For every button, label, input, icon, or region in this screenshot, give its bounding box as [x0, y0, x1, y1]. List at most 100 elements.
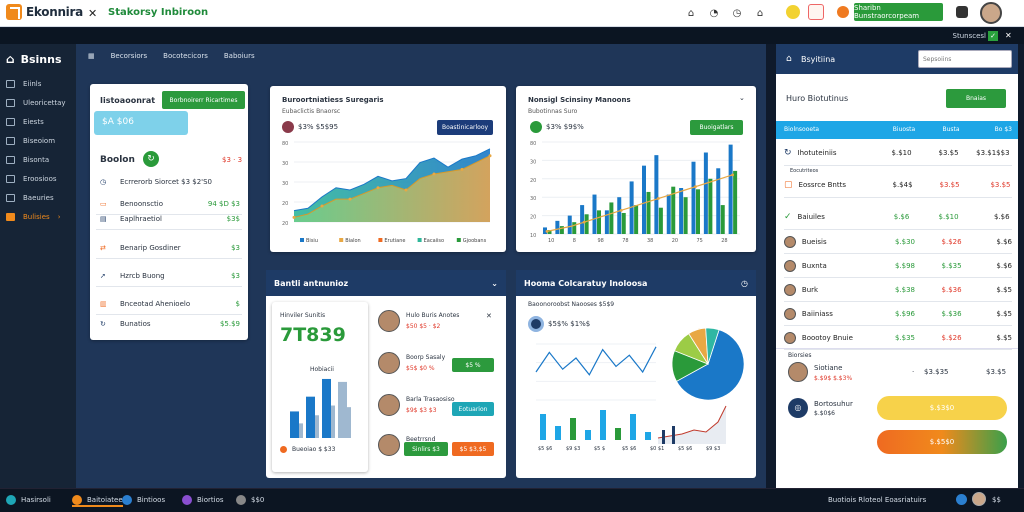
- x-tick-label: 38: [647, 238, 653, 244]
- sidebar-item-0[interactable]: Eiinls: [6, 80, 41, 88]
- x-tick-label: 78: [622, 238, 628, 244]
- summary-row-label: Benarip Gosdiner: [120, 244, 181, 252]
- search-input[interactable]: [918, 50, 1012, 68]
- grid-icon[interactable]: ▦: [88, 52, 95, 60]
- bar: [733, 170, 738, 234]
- close-icon[interactable]: ✕: [88, 7, 97, 20]
- avatar[interactable]: [378, 394, 400, 416]
- sidebar-item-2[interactable]: Eiests: [6, 118, 44, 126]
- summary-row-value: $3: [231, 244, 240, 252]
- table-row[interactable]: ✓ Baiuiles $.$6 $.$10 $.$6: [784, 212, 1012, 222]
- table-row[interactable]: Boootoy Bnuie $.$35 $.$26 $.$5: [784, 332, 1012, 344]
- refresh-icon[interactable]: ↻: [143, 151, 159, 167]
- globe-icon[interactable]: ◎: [788, 398, 808, 418]
- info-icon[interactable]: [956, 494, 967, 505]
- bar: [646, 191, 651, 234]
- light-icon[interactable]: [786, 5, 800, 19]
- column-header[interactable]: Biolnsooeta: [784, 126, 880, 133]
- avatar[interactable]: [980, 2, 1002, 24]
- close-icon[interactable]: ✕: [1005, 31, 1012, 40]
- table-row[interactable]: Bueisis $.$30 $.$26 $.$6: [784, 236, 1012, 248]
- sidebar-item-5[interactable]: Eroosioos: [6, 175, 57, 183]
- yellow-action-button[interactable]: $.$3$0: [877, 396, 1007, 420]
- check-icon: ✓: [784, 212, 792, 222]
- clipboard-icon[interactable]: [808, 4, 824, 20]
- sidebar-item-1[interactable]: Uleoricettay: [6, 99, 66, 107]
- legend-swatch: [378, 238, 383, 242]
- bar: [338, 381, 347, 438]
- right-section-button[interactable]: Bnaias: [946, 89, 1006, 108]
- avatar[interactable]: [378, 434, 400, 456]
- orange-action-button[interactable]: $.$5$0: [877, 430, 1007, 454]
- tab-0[interactable]: Becorsiors: [111, 52, 148, 60]
- bell-icon[interactable]: ◔: [707, 6, 721, 20]
- y-tick-label: 30: [282, 181, 288, 187]
- app-icon: [122, 495, 132, 505]
- bar: [322, 378, 331, 438]
- brand[interactable]: Ekonnira: [6, 4, 83, 20]
- line-chart: [535, 343, 657, 440]
- table-row[interactable]: ↻ Ihotuteiniis $.$10 $3.$5 $3.$1$$3: [784, 148, 1012, 158]
- taskbar-label: Baitoiatee: [87, 496, 123, 504]
- briefcase-icon: [6, 118, 15, 126]
- tab-1[interactable]: Bocotecicors: [163, 52, 208, 60]
- bar: [347, 407, 351, 438]
- avatar: [784, 332, 796, 344]
- alert-icon[interactable]: [837, 6, 849, 18]
- sidebar-item-7[interactable]: Bulisies ›: [6, 213, 61, 221]
- lower-left-title: Bantli antnunioz: [274, 278, 349, 288]
- message-icon[interactable]: ◷: [730, 6, 744, 20]
- person-button[interactable]: Eotuarion: [452, 402, 494, 416]
- metric-chart-label: Hobiacii: [310, 366, 334, 373]
- main-tabs: ▦ Becorsiors Bocotecicors Baboiurs: [88, 52, 255, 60]
- settings-icon[interactable]: [956, 6, 968, 18]
- sidebar-item-3[interactable]: Biseoiom: [6, 137, 55, 145]
- chevron-down-icon[interactable]: ⌄: [739, 94, 745, 102]
- chevron-down-icon[interactable]: ⌄: [491, 279, 498, 288]
- avatar[interactable]: [378, 352, 400, 374]
- avatar[interactable]: [788, 362, 808, 382]
- sidebar-item-label: Bulisies: [23, 213, 50, 221]
- taskbar-item-3[interactable]: Biortios: [182, 495, 224, 505]
- bar-label: $5 $6: [622, 446, 637, 452]
- share-button[interactable]: Sharibn Bunstraorcorpeam: [854, 3, 943, 21]
- person-button[interactable]: $5 %: [452, 358, 494, 372]
- bar: [584, 214, 589, 234]
- clock-icon[interactable]: ◷: [741, 279, 748, 288]
- bar: [540, 414, 546, 440]
- person-button[interactable]: $5 $3,$5: [452, 442, 494, 456]
- close-icon[interactable]: ✕: [486, 312, 492, 320]
- bar: [555, 426, 561, 440]
- column-header[interactable]: Bo $3: [974, 126, 1012, 133]
- table-row[interactable]: Burk $.$38 $.$36 $.$5: [784, 284, 1012, 296]
- person-button[interactable]: Sinlirs $3: [404, 442, 448, 456]
- lock-icon[interactable]: ⌂: [753, 6, 767, 20]
- sidebar-item-4[interactable]: Bisonta: [6, 156, 49, 164]
- dot-icon: [280, 446, 287, 453]
- column-header[interactable]: Biuosta: [880, 126, 928, 133]
- inner-title: Baoonoroobst Naooses $5$9: [528, 301, 615, 308]
- avatar: [784, 260, 796, 272]
- taskbar-item-1[interactable]: Baitoiatee: [72, 495, 123, 507]
- table-row[interactable]: Buxnta $.$98 $.$35 $.$6: [784, 260, 1012, 272]
- tab-2[interactable]: Baboiurs: [224, 52, 255, 60]
- chart-icon: [6, 137, 15, 145]
- bar: [708, 178, 713, 234]
- summary-button[interactable]: Borbnoirerr Ricartimes: [162, 91, 245, 109]
- check-icon[interactable]: ✓: [988, 31, 998, 41]
- taskbar-item-4[interactable]: $$0: [236, 495, 264, 505]
- home-icon[interactable]: ⌂: [684, 6, 698, 20]
- area-point: [320, 204, 324, 208]
- sidebar-item-6[interactable]: Baeuries: [6, 194, 54, 202]
- avatar[interactable]: [378, 310, 400, 332]
- table-row[interactable]: ▢ Eossrce Bntts $.$4$ $3.$5 $3.$5: [784, 180, 1012, 190]
- taskbar-item-0[interactable]: Hasirsoli: [6, 495, 51, 505]
- bar: [634, 205, 639, 234]
- column-header[interactable]: Busta: [928, 126, 974, 133]
- card-icon: ▤: [100, 215, 107, 223]
- bar-button[interactable]: Buoigatlars: [690, 120, 743, 135]
- area-button[interactable]: Boastinicarlooy: [437, 120, 493, 135]
- taskbar-item-2[interactable]: Bintioos: [122, 495, 165, 505]
- table-row[interactable]: Baiiniass $.$96 $.$36 $.$5: [784, 308, 1012, 320]
- avatar[interactable]: [972, 492, 986, 506]
